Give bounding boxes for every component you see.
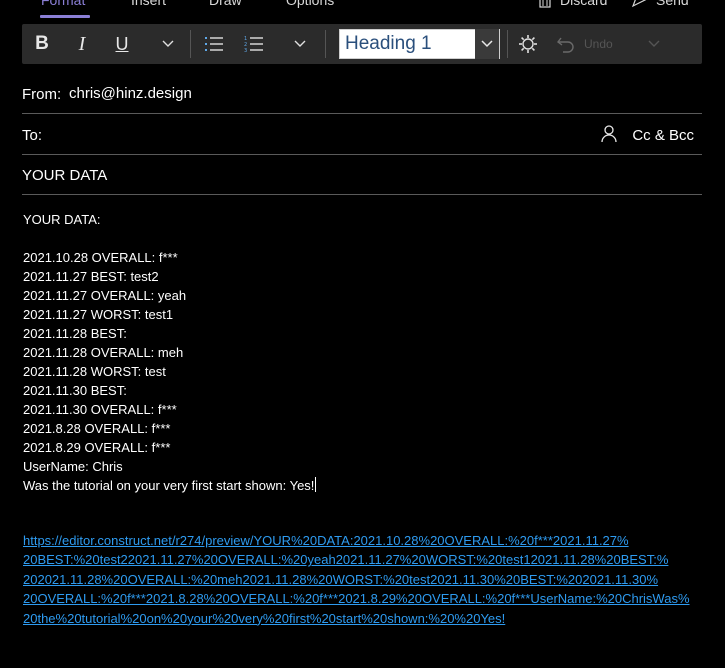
subject-row[interactable]: YOUR DATA xyxy=(22,155,702,195)
from-row: From: chris@hinz.design xyxy=(22,74,702,114)
svg-text:3: 3 xyxy=(244,48,247,53)
body-line: 2021.10.28 OVERALL: f*** xyxy=(23,250,178,265)
numbered-list-icon: 1 2 3 xyxy=(244,36,263,53)
body-line xyxy=(23,229,713,248)
style-dropdown-value: Heading 1 xyxy=(345,33,432,54)
from-label: From: xyxy=(22,86,62,103)
body-line: 2021.11.28 BEST: xyxy=(23,326,127,341)
cc-bcc-button[interactable]: Cc & Bcc xyxy=(632,127,694,144)
styles-button[interactable] xyxy=(516,24,540,64)
discard-button[interactable]: Discard xyxy=(560,0,607,8)
tab-draw[interactable]: Draw xyxy=(209,0,242,8)
tab-options[interactable]: Options xyxy=(286,0,334,8)
numbered-list-button[interactable]: 1 2 3 xyxy=(242,24,266,64)
chevron-down-icon xyxy=(294,40,306,47)
tab-format[interactable]: Format xyxy=(41,0,85,8)
active-tab-indicator xyxy=(40,15,90,18)
body-line: Was the tutorial on your very first star… xyxy=(23,477,317,493)
format-toolbar: B I U 1 2 3 Heading 1 Undo xyxy=(22,24,702,64)
body-line: 2021.11.28 WORST: test xyxy=(23,364,166,379)
body-line: UserName: Chris xyxy=(23,459,123,474)
ribbon-tabs: Format Insert Draw Options Discard Send xyxy=(0,0,725,18)
link-line[interactable]: 202021.11.28%20OVERALL:%20meh2021.11.28%… xyxy=(23,570,713,589)
italic-button[interactable]: I xyxy=(72,24,92,64)
tab-insert[interactable]: Insert xyxy=(131,0,166,8)
toolbar-divider xyxy=(325,30,326,58)
underline-button[interactable]: U xyxy=(112,24,132,64)
styles-gear-icon xyxy=(519,35,537,53)
link-line[interactable]: 20the%20tutorial%20on%20your%20very%20fi… xyxy=(23,609,713,628)
link-line[interactable]: 20OVERALL:%20f***2021.8.28%20OVERALL:%20… xyxy=(23,589,713,608)
bold-button[interactable]: B xyxy=(30,24,54,64)
paragraph-options-chevron[interactable] xyxy=(290,24,310,64)
undo-icon xyxy=(557,37,574,53)
link-line[interactable]: https://editor.construct.net/r274/previe… xyxy=(23,531,713,550)
undo-options-chevron[interactable] xyxy=(644,24,664,64)
person-icon[interactable] xyxy=(601,125,617,143)
font-options-chevron[interactable] xyxy=(158,24,178,64)
body-line: 2021.11.30 OVERALL: f*** xyxy=(23,402,177,417)
toolbar-divider xyxy=(507,30,508,58)
undo-label: Undo xyxy=(584,37,613,51)
chevron-down-icon xyxy=(162,40,174,47)
undo-button[interactable]: Undo xyxy=(556,24,620,64)
send-button[interactable]: Send xyxy=(656,0,689,8)
to-row[interactable]: To: Cc & Bcc xyxy=(22,115,702,155)
body-line: 2021.8.28 OVERALL: f*** xyxy=(23,421,171,436)
toolbar-divider xyxy=(190,30,191,58)
body-line: 2021.11.27 WORST: test1 xyxy=(23,307,174,322)
bullet-list-icon xyxy=(205,37,223,51)
text-cursor xyxy=(315,477,317,492)
bullet-list-button[interactable] xyxy=(202,24,226,64)
discard-icon[interactable] xyxy=(538,0,552,8)
body-line: 2021.11.30 BEST: xyxy=(23,383,127,398)
body-line: 2021.8.29 OVERALL: f*** xyxy=(23,440,171,455)
subject-field[interactable]: YOUR DATA xyxy=(22,167,107,184)
preview-link[interactable]: https://editor.construct.net/r274/previe… xyxy=(23,531,713,628)
chevron-down-icon xyxy=(648,40,660,47)
to-label: To: xyxy=(22,127,43,144)
link-line[interactable]: 20BEST:%20test22021.11.27%20OVERALL:%20y… xyxy=(23,550,713,569)
send-icon[interactable] xyxy=(632,0,650,8)
body-line: 2021.11.27 BEST: test2 xyxy=(23,269,159,284)
chevron-down-icon xyxy=(481,40,493,48)
from-address[interactable]: chris@hinz.design xyxy=(69,85,192,102)
style-dropdown-arrow[interactable] xyxy=(475,29,499,59)
body-line: YOUR DATA: xyxy=(23,212,101,227)
body-line: 2021.11.28 OVERALL: meh xyxy=(23,345,184,360)
body-line: 2021.11.27 OVERALL: yeah xyxy=(23,288,187,303)
style-dropdown[interactable]: Heading 1 xyxy=(339,29,500,59)
message-body[interactable]: YOUR DATA: 2021.10.28 OVERALL: f*** 2021.1… xyxy=(23,210,713,495)
